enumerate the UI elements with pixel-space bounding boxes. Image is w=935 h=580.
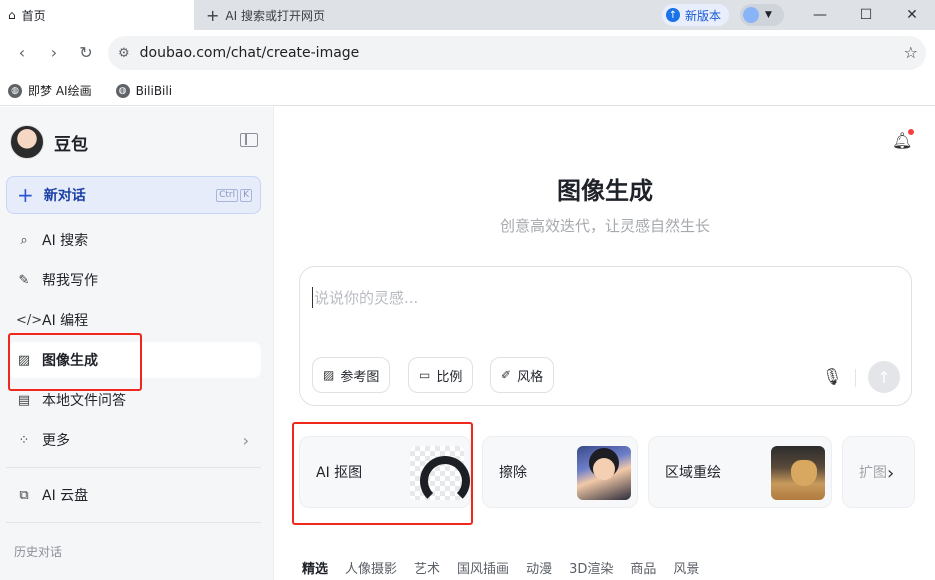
url-bar[interactable]: ⚙ doubao.com/chat/create-image ☆ — [108, 36, 926, 70]
new-chat-label: 新对话 — [43, 188, 86, 204]
tool-card-erase[interactable]: 擦除 — [482, 436, 638, 508]
bookmark-label: BiliBili — [135, 83, 173, 98]
filter-tab[interactable]: 艺术 — [414, 558, 440, 577]
avatar — [743, 7, 759, 23]
sidebar-item-label: AI 云盘 — [42, 488, 89, 504]
sidebar-item-cloud-drive[interactable]: ⧉ AI 云盘 — [8, 477, 261, 513]
new-version-button[interactable]: ↑ 新版本 — [662, 4, 730, 26]
ratio-icon: ▭ — [419, 368, 431, 382]
forward-button[interactable]: › — [40, 38, 68, 66]
shortcut-hint: Ctrl K — [216, 189, 252, 202]
cloud-drive-icon: ⧉ — [19, 487, 29, 503]
sidebar-item-more[interactable]: ⁘ 更多 › — [8, 422, 261, 458]
tab-home[interactable]: ⌂ 首页 — [0, 0, 194, 30]
grid-icon: ⁘ — [18, 432, 30, 448]
divider — [6, 522, 261, 523]
file-icon: ▤ — [17, 392, 31, 408]
sidebar-item-ai-search[interactable]: ⌕ AI 搜索 — [8, 222, 261, 258]
back-button[interactable]: ‹ — [8, 38, 36, 66]
highlight-box-card — [292, 422, 473, 525]
shortcut-key: Ctrl — [216, 189, 239, 202]
reference-image-button[interactable]: ▨ 参考图 — [312, 357, 391, 393]
code-icon: </> — [16, 312, 43, 328]
bell-icon[interactable]: 🔔︎ — [892, 129, 915, 150]
chip-label: 风格 — [517, 369, 544, 385]
shortcut-key: K — [240, 189, 252, 202]
history-heading: 历史对话 — [14, 545, 63, 559]
chevron-right-icon[interactable]: › — [887, 463, 894, 484]
sidebar-item-label: 帮我写作 — [42, 273, 98, 289]
sidebar-item-label: 更多 — [42, 433, 70, 449]
sidebar-item-label: AI 搜索 — [42, 233, 89, 249]
microphone-icon[interactable]: 🎙︎ — [822, 367, 842, 386]
divider — [855, 369, 856, 387]
image-icon: ▨ — [323, 368, 335, 382]
tool-card-expand[interactable]: 扩图 — [842, 436, 915, 508]
chevron-right-icon: › — [242, 430, 249, 450]
globe-icon: ◍ — [8, 83, 22, 98]
minimize-button[interactable]: — — [797, 0, 843, 30]
arrow-up-icon: ↑ — [666, 8, 680, 22]
home-icon: ⌂ — [8, 8, 16, 22]
close-button[interactable]: ✕ — [889, 0, 935, 30]
plus-icon: + — [206, 5, 220, 25]
brand[interactable]: 豆包 — [10, 125, 88, 159]
site-settings-icon[interactable]: ⚙ — [118, 46, 130, 61]
maximize-button[interactable]: ☐ — [843, 0, 889, 30]
tool-card-label: 擦除 — [499, 465, 527, 481]
page-subtitle: 创意高效迭代，让灵感自然生长 — [499, 217, 710, 235]
page-title: 图像生成 — [557, 177, 653, 205]
filter-tab[interactable]: 人像摄影 — [345, 558, 397, 577]
prompt-placeholder: 说说你的灵感... — [312, 287, 419, 308]
reload-button[interactable]: ↻ — [72, 38, 100, 66]
notification-dot — [908, 129, 915, 135]
globe-icon: ◍ — [115, 83, 130, 98]
highlight-box-sidebar — [8, 333, 142, 391]
divider — [6, 467, 261, 468]
chip-label: 比例 — [436, 369, 463, 385]
plus-icon: + — [17, 183, 34, 207]
send-button[interactable]: ↑ — [868, 361, 900, 393]
sidebar-item-label: 本地文件问答 — [42, 393, 126, 409]
sidebar-toggle-icon[interactable] — [240, 133, 258, 147]
category-filters: 精选 人像摄影 艺术 国风插画 动漫 3D渲染 商品 风景 — [302, 558, 716, 577]
filter-tab[interactable]: 动漫 — [526, 558, 552, 577]
prompt-input[interactable]: 说说你的灵感... ▨ 参考图 ▭ 比例 ✐ 风格 🎙︎ ↑ — [299, 266, 912, 406]
new-chat-button[interactable]: + 新对话 Ctrl K — [6, 176, 261, 214]
chip-label: 参考图 — [340, 369, 380, 385]
url-text: doubao.com/chat/create-image — [139, 45, 360, 61]
brand-name: 豆包 — [54, 134, 88, 155]
sidebar-item-label: AI 编程 — [42, 313, 89, 329]
filter-tab[interactable]: 风景 — [673, 558, 699, 577]
chevron-down-icon: ▼ — [765, 10, 772, 20]
ratio-button[interactable]: ▭ 比例 — [408, 357, 474, 393]
sidebar-item-writing[interactable]: ✎ 帮我写作 — [8, 262, 261, 298]
filter-tab[interactable]: 国风插画 — [457, 558, 509, 577]
bookmark-jimeng[interactable]: ◍ 即梦 AI绘画 — [8, 82, 92, 99]
pen-icon: ✎ — [18, 272, 30, 288]
new-tab-label: AI 搜索或打开网页 — [225, 8, 325, 23]
tool-card-region-redraw[interactable]: 区域重绘 — [648, 436, 832, 508]
tool-card-label: 区域重绘 — [665, 465, 721, 481]
girl-photo-thumbnail — [577, 446, 631, 500]
tab-bar: ⌂ 首页 + AI 搜索或打开网页 ↑ 新版本 ▼ — ☐ ✕ — [0, 0, 935, 30]
tab-home-label: 首页 — [21, 8, 46, 23]
tool-card-label: 扩图 — [859, 465, 887, 481]
search-icon: ⌕ — [20, 232, 28, 248]
doubao-avatar — [10, 125, 44, 159]
bookmarks-bar: ◍ 即梦 AI绘画 ◍ BiliBili — [0, 76, 935, 106]
filter-tab[interactable]: 3D渲染 — [569, 558, 613, 577]
profile-button[interactable]: ▼ — [740, 4, 784, 26]
bookmark-bilibili[interactable]: ◍ BiliBili — [115, 83, 173, 98]
dog-photo-thumbnail — [771, 446, 825, 500]
filter-tab[interactable]: 精选 — [302, 558, 328, 577]
new-tab-button[interactable]: + AI 搜索或打开网页 — [206, 0, 325, 30]
star-icon[interactable]: ☆ — [904, 43, 918, 62]
new-version-label: 新版本 — [685, 8, 722, 23]
style-button[interactable]: ✐ 风格 — [490, 357, 555, 393]
brush-icon: ✐ — [501, 368, 512, 382]
bookmark-label: 即梦 AI绘画 — [28, 84, 92, 98]
filter-tab[interactable]: 商品 — [630, 558, 656, 577]
